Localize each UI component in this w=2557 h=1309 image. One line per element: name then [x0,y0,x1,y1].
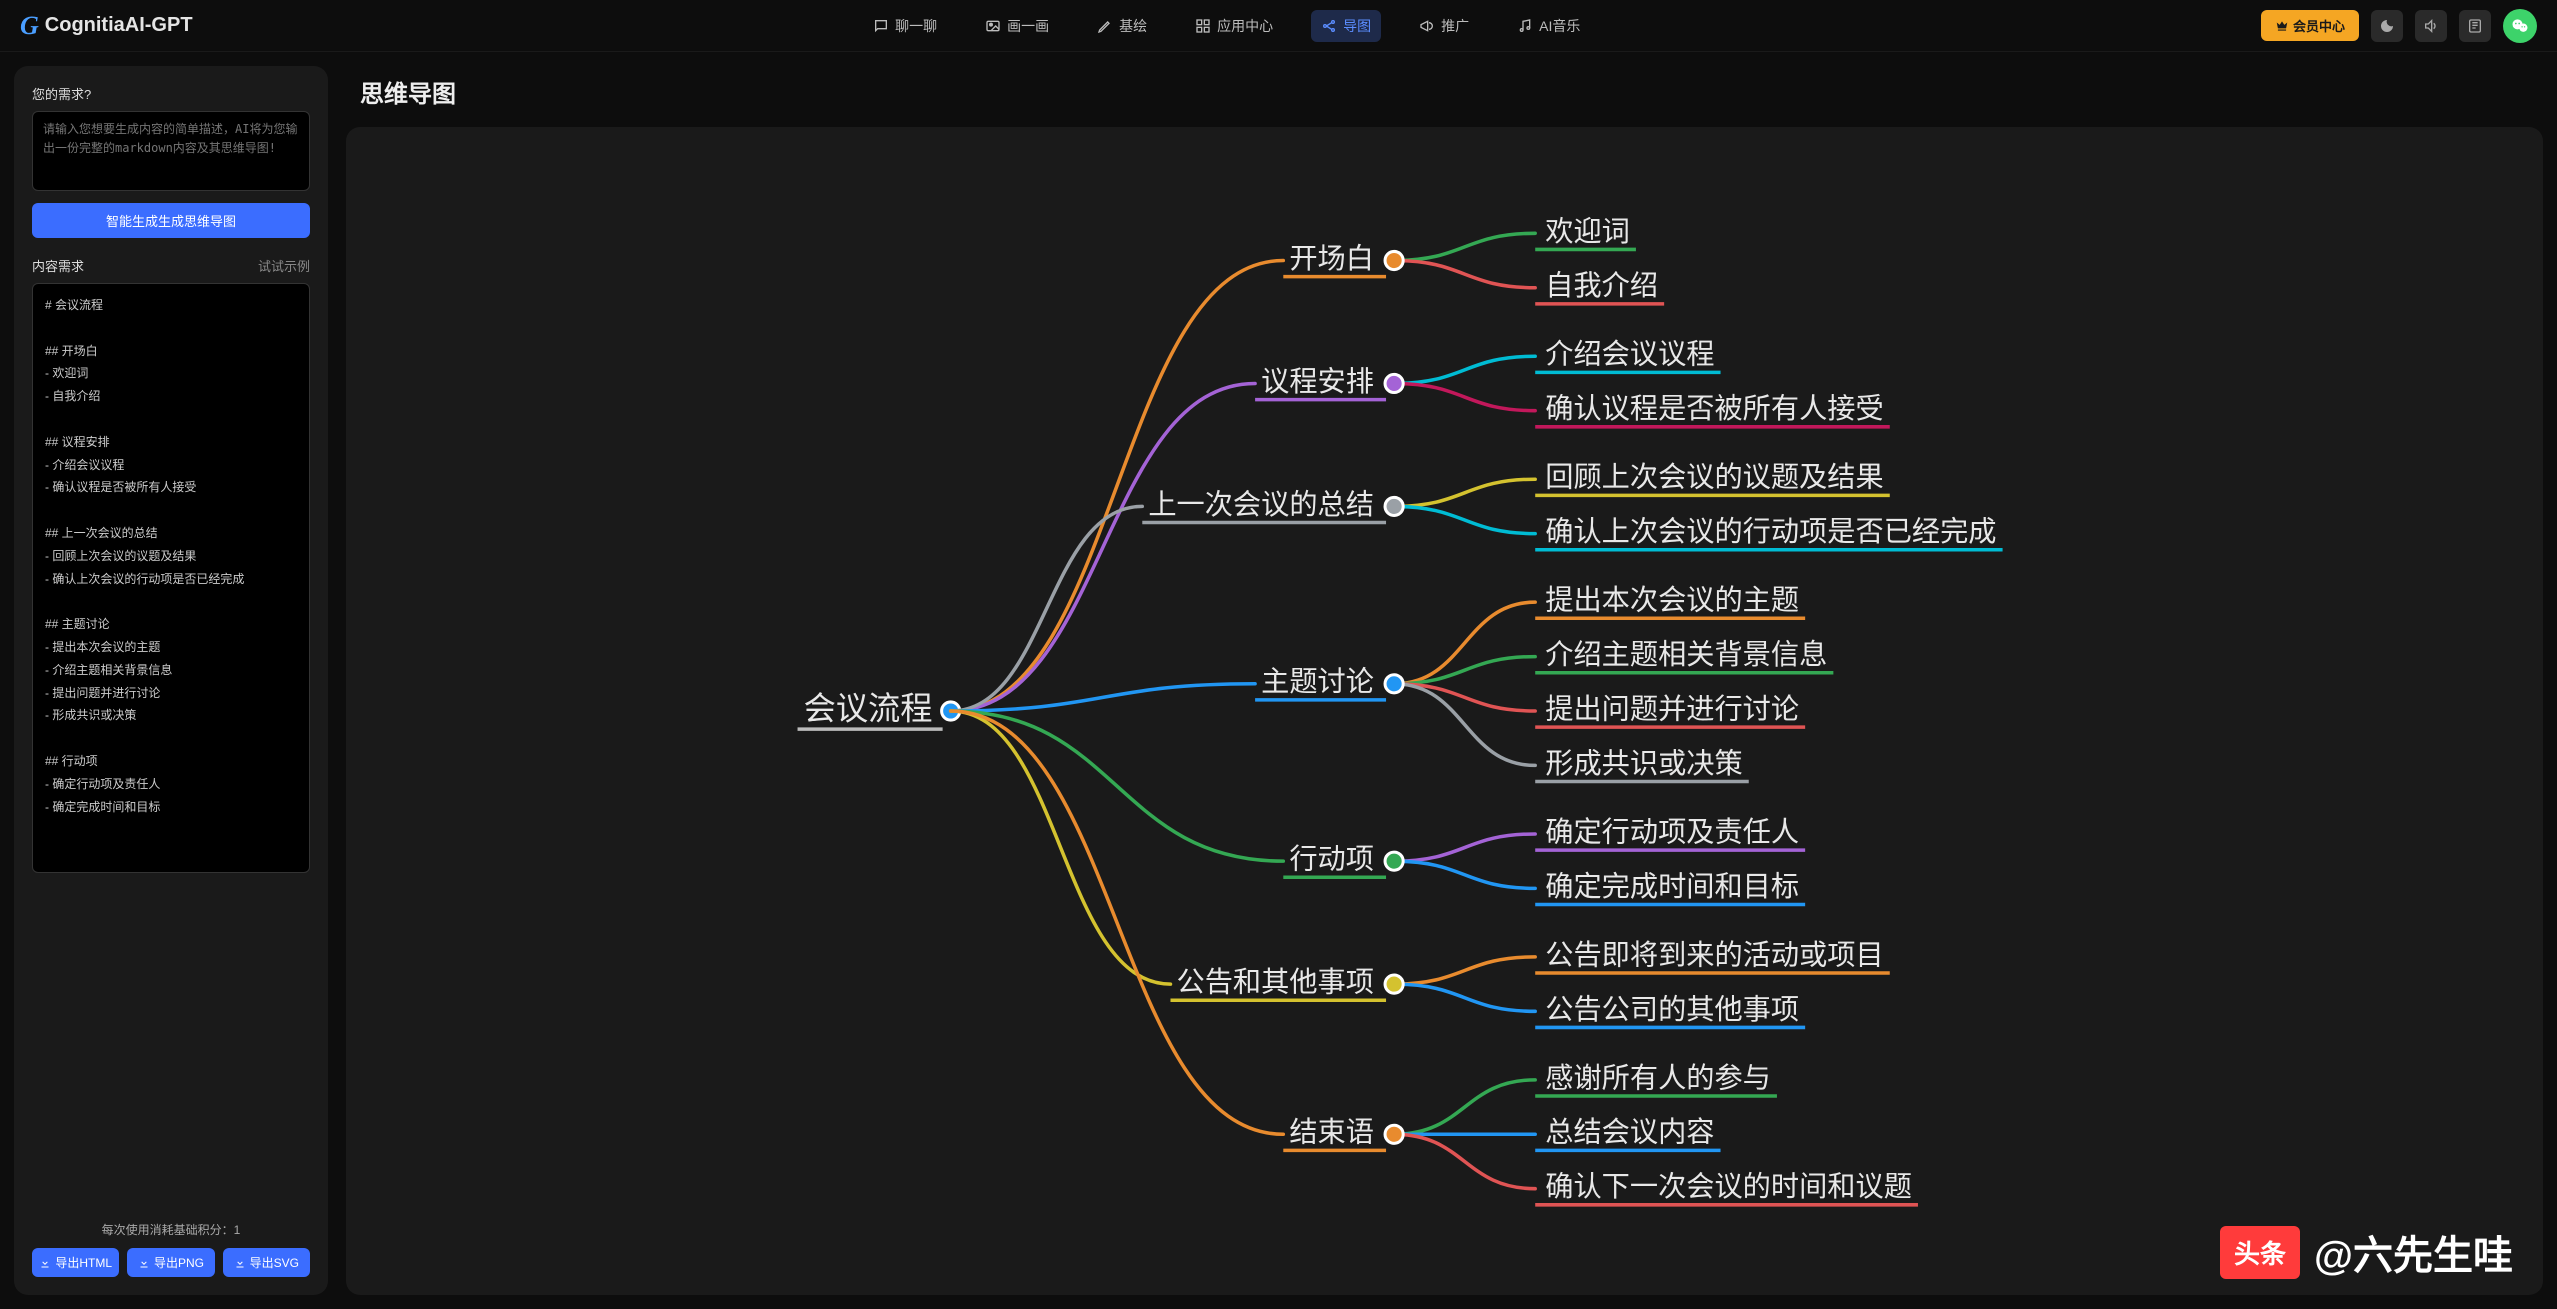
nav-item-image[interactable]: 画一画 [975,10,1059,42]
top-nav: 聊一聊 画一画 基绘 应用中心 导图 推广 AI音乐 [863,10,1590,42]
moon-icon [2379,18,2395,34]
content-label: 内容需求 [32,256,84,275]
user-avatar[interactable] [2503,9,2537,43]
nav-label: 推广 [1441,16,1469,36]
nav-label: 聊一聊 [895,16,937,36]
mindmap-leaf: 总结会议内容 [1545,1116,1714,1148]
image-icon [985,18,1001,34]
wechat-icon [2510,16,2530,36]
mindmap-leaf: 提出问题并进行讨论 [1545,692,1799,724]
mindmap-leaf: 形成共识或决策 [1545,747,1742,779]
mindmap-svg: 会议流程 欢迎词自我介绍 开场白介绍会议议程确认议程是否被所有人接受 议程安排回顾上次… [346,127,2543,1295]
mindmap-leaf: 确认议程是否被所有人接受 [1545,392,1883,424]
mindmap-leaf: 感谢所有人的参与 [1545,1061,1771,1093]
theme-toggle-button[interactable] [2371,10,2403,42]
download-icon [234,1257,246,1269]
note-icon [2467,18,2483,34]
nav-item-mindmap[interactable]: 导图 [1311,10,1381,42]
requirement-label: 您的需求? [32,84,310,103]
mindmap-leaf: 确定行动项及责任人 [1545,815,1799,847]
app-name: CognitiaAI-GPT [45,14,193,37]
promo-icon [1419,18,1435,34]
mindmap-leaf: 公告公司的其他事项 [1545,993,1799,1025]
logo-mark-icon: G [20,11,39,41]
nav-label: 导图 [1343,16,1371,36]
nav-item-pen[interactable]: 基绘 [1087,10,1157,42]
export-html-button[interactable]: 导出HTML [32,1248,119,1277]
mindmap-root: 会议流程 [804,691,933,727]
sound-button[interactable] [2415,10,2447,42]
mindmap-leaf: 确认下一次会议的时间和议题 [1545,1170,1912,1202]
mindmap-branch: 议程安排 [1261,365,1374,397]
music-icon [1517,18,1533,34]
markdown-editor[interactable]: # 会议流程 ## 开场白 - 欢迎词 - 自我介绍 ## 议程安排 - 介绍会… [32,283,310,873]
nav-item-promo[interactable]: 推广 [1409,10,1479,42]
vip-label: 会员中心 [2293,16,2345,35]
crown-icon [2275,19,2289,33]
mindmap-branch: 公告和其他事项 [1177,966,1374,998]
generate-button[interactable]: 智能生成生成思维导图 [32,203,310,238]
export-svg-button[interactable]: 导出SVG [223,1248,310,1277]
sidebar: 您的需求? 智能生成生成思维导图 内容需求 试试示例 # 会议流程 ## 开场白… [14,66,328,1295]
mindmap-leaf: 回顾上次会议的议题及结果 [1545,461,1883,493]
mindmap-leaf: 确定完成时间和目标 [1545,870,1799,902]
mindmap-branch: 结束语 [1289,1116,1374,1148]
download-icon [39,1257,51,1269]
nav-item-apps[interactable]: 应用中心 [1185,10,1283,42]
notes-button[interactable] [2459,10,2491,42]
watermark-logo: 头条 [2220,1226,2300,1279]
mindmap-leaf: 介绍会议议程 [1545,338,1714,370]
nav-label: AI音乐 [1539,16,1580,36]
mindmap-leaf: 介绍主题相关背景信息 [1545,638,1827,670]
nav-label: 应用中心 [1217,16,1273,36]
app-logo[interactable]: G CognitiaAI-GPT [20,11,193,41]
apps-icon [1195,18,1211,34]
mindmap-canvas[interactable]: 会议流程 欢迎词自我介绍 开场白介绍会议议程确认议程是否被所有人接受 议程安排回顾上次… [346,127,2543,1295]
export-png-button[interactable]: 导出PNG [127,1248,214,1277]
sound-icon [2423,18,2439,34]
requirement-input[interactable] [32,111,310,191]
mindmap-branch: 主题讨论 [1261,665,1374,697]
mindmap-leaf: 公告即将到来的活动或项目 [1545,938,1883,970]
mindmap-leaf: 欢迎词 [1545,215,1630,247]
vip-button[interactable]: 会员中心 [2261,10,2359,41]
credits-info: 每次使用消耗基础积分：1 [32,1221,310,1238]
mindmap-leaf: 提出本次会议的主题 [1545,584,1799,616]
watermark-text: @六先生哇 [2314,1223,2513,1281]
nav-label: 基绘 [1119,16,1147,36]
nav-item-chat[interactable]: 聊一聊 [863,10,947,42]
nav-item-music[interactable]: AI音乐 [1507,10,1590,42]
watermark: 头条 @六先生哇 [2220,1223,2513,1281]
nav-label: 画一画 [1007,16,1049,36]
pen-icon [1097,18,1113,34]
example-hint-button[interactable]: 试试示例 [258,256,310,275]
mindmap-branch: 行动项 [1289,843,1374,875]
download-icon [138,1257,150,1269]
chat-icon [873,18,889,34]
mindmap-leaf: 自我介绍 [1545,269,1658,301]
page-title: 思维导图 [360,74,2543,109]
mindmap-icon [1321,18,1337,34]
mindmap-branch: 上一次会议的总结 [1148,488,1374,520]
mindmap-branch: 开场白 [1289,242,1374,274]
mindmap-leaf: 确认上次会议的行动项是否已经完成 [1545,515,1996,547]
